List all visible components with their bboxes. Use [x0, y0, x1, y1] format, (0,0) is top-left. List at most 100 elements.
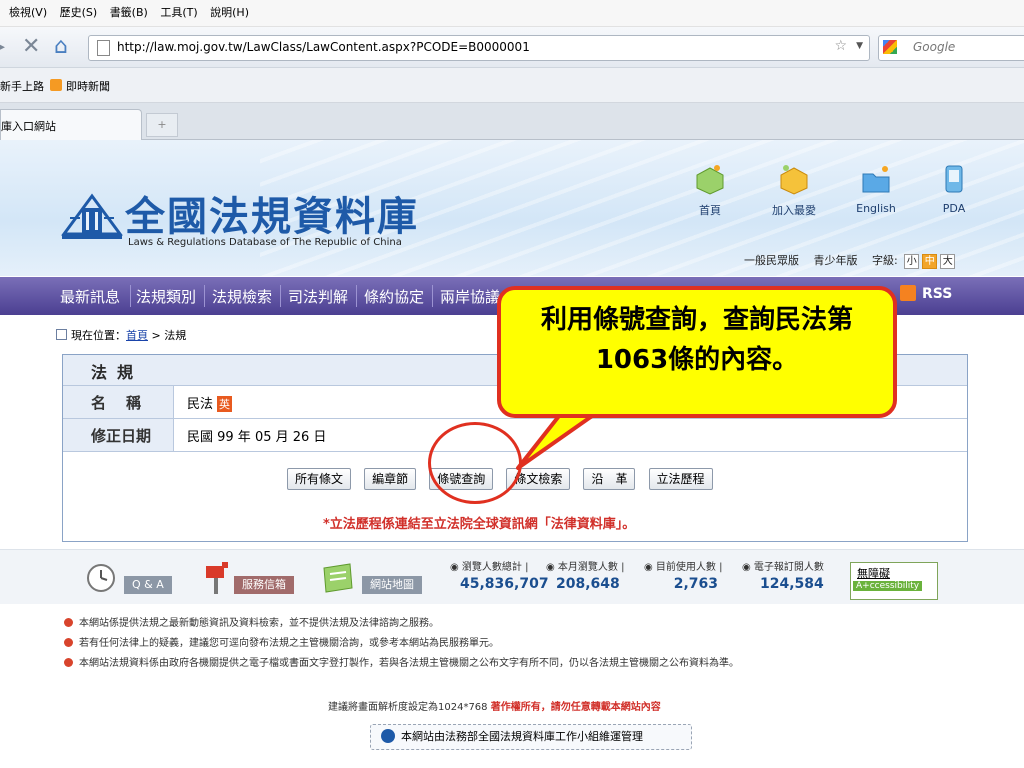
- add-favorite-link[interactable]: 加入最愛: [764, 162, 824, 218]
- menu-tools[interactable]: 工具(T): [160, 0, 197, 26]
- rss-link[interactable]: RSS: [900, 285, 952, 302]
- law-name-value: 民法: [187, 397, 214, 412]
- stat-current-value: 2,763: [673, 576, 718, 592]
- forward-icon[interactable]: ▸: [0, 35, 5, 59]
- breadcrumb-current: 法規: [164, 329, 187, 342]
- version-general[interactable]: 一般民眾版: [744, 254, 799, 267]
- add-favorite-label: 加入最愛: [772, 204, 816, 217]
- nav-treaties[interactable]: 條約協定: [364, 286, 424, 307]
- sitemap-icon[interactable]: [318, 560, 356, 594]
- instruction-callout: 利用條號查詢，查詢民法第1063條的內容。: [497, 286, 897, 418]
- rss-icon: [900, 285, 916, 301]
- browser-navbar: ▸ ✕ ⌂ http://law.moj.gov.tw/LawClass/Law…: [0, 27, 1024, 68]
- home-cube-icon: [696, 165, 724, 195]
- bookmark-getting-started[interactable]: 新手上路: [0, 78, 44, 94]
- law-date-label: 修正日期: [91, 427, 152, 445]
- stat-subscribers-label: ◉ 電子報訂閱人數: [742, 562, 824, 573]
- stat-total-label-text: 瀏覽人數總計: [461, 562, 522, 573]
- english-link-label: English: [856, 202, 896, 215]
- font-size-label: 字級:: [872, 254, 898, 267]
- law-header-title: 法規: [91, 363, 144, 382]
- stat-total-label: ◉ 瀏覽人數總計 |: [450, 562, 529, 573]
- nav-divider: [432, 285, 433, 307]
- home-link-label: 首頁: [699, 204, 721, 217]
- logo-emblem-icon[interactable]: [60, 190, 124, 242]
- pda-link-label: PDA: [942, 202, 966, 215]
- nav-news[interactable]: 最新訊息: [60, 286, 120, 307]
- accessibility-mark: A+ccessibility: [853, 581, 923, 591]
- home-icon[interactable]: ⌂: [54, 35, 68, 59]
- chevron-down-icon[interactable]: ▼: [856, 41, 863, 51]
- logo-subtitle: Laws & Regulations Database of The Repub…: [128, 237, 402, 248]
- nav-divider: [204, 285, 205, 307]
- tab-active[interactable]: 庫入口網站: [0, 109, 142, 140]
- menu-help[interactable]: 說明(H): [210, 0, 249, 26]
- folder-icon: [862, 166, 890, 193]
- breadcrumb-home[interactable]: 首頁: [126, 329, 148, 342]
- question-clock-icon[interactable]: [84, 560, 118, 594]
- pda-device-icon: [945, 165, 963, 193]
- font-size-large[interactable]: 大: [940, 254, 956, 269]
- qa-link[interactable]: Q & A: [124, 576, 172, 594]
- google-icon[interactable]: [883, 40, 897, 54]
- font-size-medium[interactable]: 中: [922, 254, 938, 269]
- breadcrumb-separator: >: [148, 329, 165, 342]
- nav-categories[interactable]: 法規類別: [136, 286, 196, 307]
- english-link[interactable]: English: [846, 162, 906, 215]
- english-version-badge[interactable]: 英: [217, 396, 233, 412]
- nav-divider: [130, 285, 131, 307]
- web-page: 全國法規資料庫 Laws & Regulations Database of T…: [0, 140, 1024, 768]
- mailbox-icon[interactable]: [204, 560, 232, 594]
- disclaimer-text: 若有任何法律上的疑義，建議您可逕向發布法規之主管機關洽詢，或參考本網站為民服務單…: [79, 638, 499, 649]
- bookmarks-toolbar: 新手上路 即時新聞: [0, 68, 1024, 103]
- bullet-icon: [64, 618, 73, 627]
- bookmark-star-icon[interactable]: ☆: [834, 38, 847, 54]
- rss-feed-icon: [50, 79, 62, 91]
- callout-text: 利用條號查詢，查詢民法第1063條的內容。: [540, 305, 853, 375]
- stat-current-label: ◉ 目前使用人數 |: [644, 562, 723, 573]
- stop-icon[interactable]: ✕: [22, 35, 40, 59]
- address-bar[interactable]: http://law.moj.gov.tw/LawClass/LawConten…: [88, 35, 870, 61]
- search-placeholder: Google: [913, 40, 956, 54]
- legislative-history-button[interactable]: 立法歷程: [648, 468, 713, 490]
- logo-title[interactable]: 全國法規資料庫: [125, 184, 419, 242]
- legislative-history-note: *立法歷程係連結至立法院全球資訊網「法律資料庫」。: [323, 517, 636, 532]
- pda-link[interactable]: PDA: [924, 162, 984, 215]
- home-link[interactable]: 首頁: [680, 162, 740, 218]
- menu-history[interactable]: 歷史(S): [60, 0, 98, 26]
- disclaimer-text: 本網站係提供法規之最新動態資訊及資料檢索，並不提供法規及法律諮詢之服務。: [79, 618, 439, 629]
- disclaimer-item: 若有任何法律上的疑義，建議您可逕向發布法規之主管機關洽詢，或參考本網站為民服務單…: [64, 634, 499, 649]
- nav-divider: [356, 285, 357, 307]
- service-mailbox-link[interactable]: 服務信箱: [234, 576, 294, 594]
- new-tab-button[interactable]: +: [146, 113, 178, 137]
- nav-search[interactable]: 法規檢索: [212, 286, 272, 307]
- stat-total-value: 45,836,707: [460, 576, 549, 592]
- accessibility-title: 無障礙: [857, 567, 890, 580]
- law-date-label-cell: 修正日期: [63, 419, 174, 451]
- tab-title: 庫入口網站: [1, 120, 56, 133]
- version-youth[interactable]: 青少年版: [814, 254, 858, 267]
- stat-month-label: ◉ 本月瀏覽人數 |: [546, 562, 625, 573]
- maintainer-text: 本網站由法務部全國法規資料庫工作小組維運管理: [401, 730, 643, 743]
- maintainer-note: 本網站由法務部全國法規資料庫工作小組維運管理: [370, 724, 692, 750]
- bullet-icon: [64, 638, 73, 647]
- menu-view[interactable]: 檢視(V): [9, 0, 47, 26]
- bookmark-news[interactable]: 即時新聞: [66, 78, 110, 94]
- footer-stats-bar: Q & A 服務信箱 網站地圖 ◉ 瀏覽人數總計 | 45,836,707 ◉ …: [0, 549, 1024, 604]
- nav-cross-strait[interactable]: 兩岸協議: [440, 286, 500, 307]
- address-url[interactable]: http://law.moj.gov.tw/LawClass/LawConten…: [117, 40, 530, 54]
- all-articles-button[interactable]: 所有條文: [287, 468, 352, 490]
- tab-strip: 庫入口網站 +: [0, 103, 1024, 140]
- menu-bookmarks[interactable]: 書籤(B): [110, 0, 148, 26]
- accessibility-badge[interactable]: 無障礙 A+ccessibility: [850, 562, 938, 600]
- resolution-note: 建議將畫面解析度設定為1024*768 著作權所有，請勿任意轉載本網站內容: [328, 698, 661, 713]
- nav-judicial[interactable]: 司法判解: [288, 286, 348, 307]
- stat-subscribers-value: 124,584: [760, 576, 824, 592]
- site-header: 全國法規資料庫 Laws & Regulations Database of T…: [0, 140, 1024, 276]
- font-size-small[interactable]: 小: [904, 254, 920, 269]
- chapters-button[interactable]: 編章節: [364, 468, 417, 490]
- stat-current-label-text: 目前使用人數: [655, 562, 716, 573]
- sitemap-link[interactable]: 網站地圖: [362, 576, 422, 594]
- bullet-icon: [64, 658, 73, 667]
- search-input[interactable]: Google: [878, 35, 1024, 61]
